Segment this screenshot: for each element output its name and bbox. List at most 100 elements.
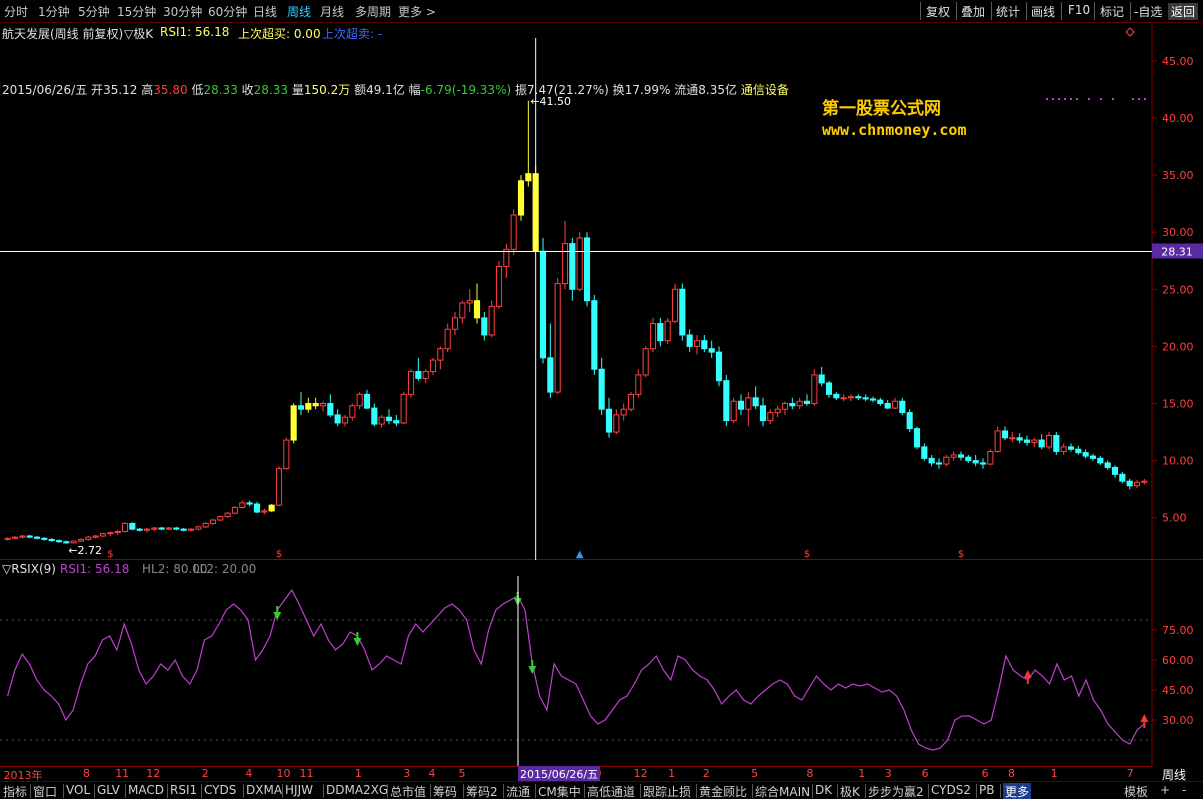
- indicator-tab[interactable]: 跟踪止损: [643, 783, 691, 799]
- candle-body: [305, 403, 312, 410]
- zoom-out-button[interactable]: -: [1182, 783, 1186, 797]
- price-tick-label: 5.00: [1162, 512, 1187, 525]
- f10-button[interactable]: F10: [1068, 3, 1090, 17]
- indicator-tab[interactable]: VOL: [66, 783, 90, 797]
- candle-body: [1031, 439, 1038, 443]
- candle-body: [972, 460, 979, 464]
- candle-body: [209, 519, 217, 524]
- indicator-tab[interactable]: CYDS2: [931, 783, 971, 797]
- tab-15min[interactable]: 15分钟: [117, 3, 156, 20]
- draw-line-button[interactable]: 画线: [1031, 3, 1055, 20]
- price-tick-label: 40.00: [1162, 112, 1194, 125]
- candle-body: [877, 399, 884, 405]
- indicator-tab[interactable]: 更多: [1003, 783, 1032, 799]
- indicator-tab[interactable]: 高低通道: [587, 783, 635, 799]
- indicator-tab[interactable]: 筹码2: [466, 783, 498, 799]
- candle-body: [341, 416, 349, 424]
- candle-body: [143, 528, 151, 531]
- candle-body: [517, 180, 525, 216]
- indicator-tab[interactable]: RSI1: [170, 783, 197, 797]
- candle-body: [767, 412, 774, 422]
- tab-weekly[interactable]: 周线: [287, 3, 311, 20]
- indicator-tab[interactable]: 黄金顾比: [699, 783, 747, 799]
- tab-daily[interactable]: 日线: [253, 3, 277, 20]
- zoom-in-button[interactable]: +: [1160, 783, 1170, 797]
- indicator-tab[interactable]: 总市值: [390, 783, 426, 799]
- candle-body: [41, 537, 48, 540]
- quote-industry[interactable]: 通信设备: [741, 83, 789, 97]
- candle-body: [19, 535, 26, 538]
- watchlist-button[interactable]: -自选: [1134, 3, 1162, 20]
- quote-volume: 150.2万: [303, 83, 351, 97]
- candle-body: [576, 237, 583, 290]
- indicator-tab[interactable]: MACD: [128, 783, 164, 797]
- tab-more[interactable]: 更多 >: [398, 3, 436, 20]
- indicator-tab[interactable]: 综合MAIN: [755, 783, 810, 799]
- rsi-tick-label: 60.00: [1162, 654, 1194, 667]
- tab-30min[interactable]: 30分钟: [163, 3, 202, 20]
- candle-body: [26, 535, 33, 538]
- signal-dollar-icon: ▲: [576, 549, 584, 560]
- time-axis-label: 6: [981, 767, 989, 780]
- candle-body: [415, 371, 422, 379]
- tab-60min[interactable]: 60分钟: [208, 3, 247, 20]
- indicator-prefix[interactable]: ▽极K: [124, 25, 153, 42]
- candle-body: [657, 323, 664, 342]
- indicator-tab[interactable]: 步步为赢2: [868, 783, 924, 799]
- time-axis-label: 4: [245, 767, 253, 780]
- candle-body: [899, 400, 906, 414]
- indicator-tab[interactable]: 极K: [840, 783, 860, 799]
- candle-body: [297, 405, 305, 410]
- rsi-chart[interactable]: 75.00 60.00 45.00 30.00: [0, 560, 1203, 766]
- price-tick-label: 45.00: [1162, 55, 1194, 68]
- indicator-tab[interactable]: CM集中: [538, 783, 581, 799]
- quote-amplitude: 7.47(21.27%): [527, 83, 609, 97]
- candle-body: [561, 243, 569, 285]
- tab-monthly[interactable]: 月线: [320, 3, 344, 20]
- indicator-tab[interactable]: 筹码: [433, 783, 457, 799]
- fuquan-button[interactable]: 复权: [926, 3, 950, 20]
- time-axis-label: 1: [858, 767, 866, 780]
- candle-body: [473, 300, 481, 319]
- candle-body: [1104, 462, 1111, 468]
- candle-body: [1111, 466, 1119, 475]
- rsi-title[interactable]: ▽RSIX(9): [2, 562, 56, 576]
- kline-chart[interactable]: 45.00 40.00 35.00 30.00 25.00 20.00 15.00 10.00…: [0, 24, 1203, 560]
- mark-button[interactable]: 标记: [1100, 3, 1124, 20]
- indicator-tab[interactable]: GLV: [97, 783, 120, 797]
- candle-body: [1126, 480, 1133, 487]
- signal-dollar-icon: $: [958, 549, 964, 560]
- candle-body: [818, 374, 825, 384]
- chaomai2-value: 上次超卖: -: [322, 27, 383, 41]
- quote-change: -6.79(-19.33%): [420, 83, 512, 97]
- indicator-tab[interactable]: DDMA2XG: [326, 783, 388, 797]
- time-axis-label: 12: [633, 767, 648, 780]
- dot-mark: [1064, 98, 1066, 100]
- tab-multi[interactable]: 多周期: [355, 3, 391, 20]
- candle-body: [195, 526, 202, 530]
- indicator-tab[interactable]: PB: [979, 783, 994, 797]
- tab-5min[interactable]: 5分钟: [78, 3, 110, 20]
- indicator-tab[interactable]: HJJW: [285, 783, 313, 797]
- candle-body: [107, 532, 114, 535]
- candle-body: [708, 348, 715, 353]
- indicator-tab[interactable]: 窗口: [33, 783, 57, 799]
- indicator-tab[interactable]: DXMA: [246, 783, 282, 797]
- time-axis-label: 4: [428, 767, 436, 780]
- tab-1min[interactable]: 1分钟: [38, 3, 70, 20]
- candle-body: [884, 403, 891, 409]
- stats-button[interactable]: 统计: [996, 3, 1020, 20]
- candle-body: [979, 462, 987, 465]
- candle-body: [356, 393, 363, 407]
- indicator-tab[interactable]: CYDS: [204, 783, 236, 797]
- tab-fenshi[interactable]: 分时: [4, 3, 28, 20]
- back-button[interactable]: 返回: [1168, 3, 1199, 20]
- indicator-tab[interactable]: 指标: [3, 783, 27, 799]
- candle-body: [642, 348, 649, 376]
- candle-body: [63, 541, 70, 544]
- candle-body: [745, 397, 752, 410]
- overlay-button[interactable]: 叠加: [961, 3, 985, 20]
- template-button[interactable]: 模板: [1124, 783, 1148, 799]
- indicator-tab[interactable]: DK: [815, 783, 832, 797]
- indicator-tab[interactable]: 流通: [506, 783, 530, 799]
